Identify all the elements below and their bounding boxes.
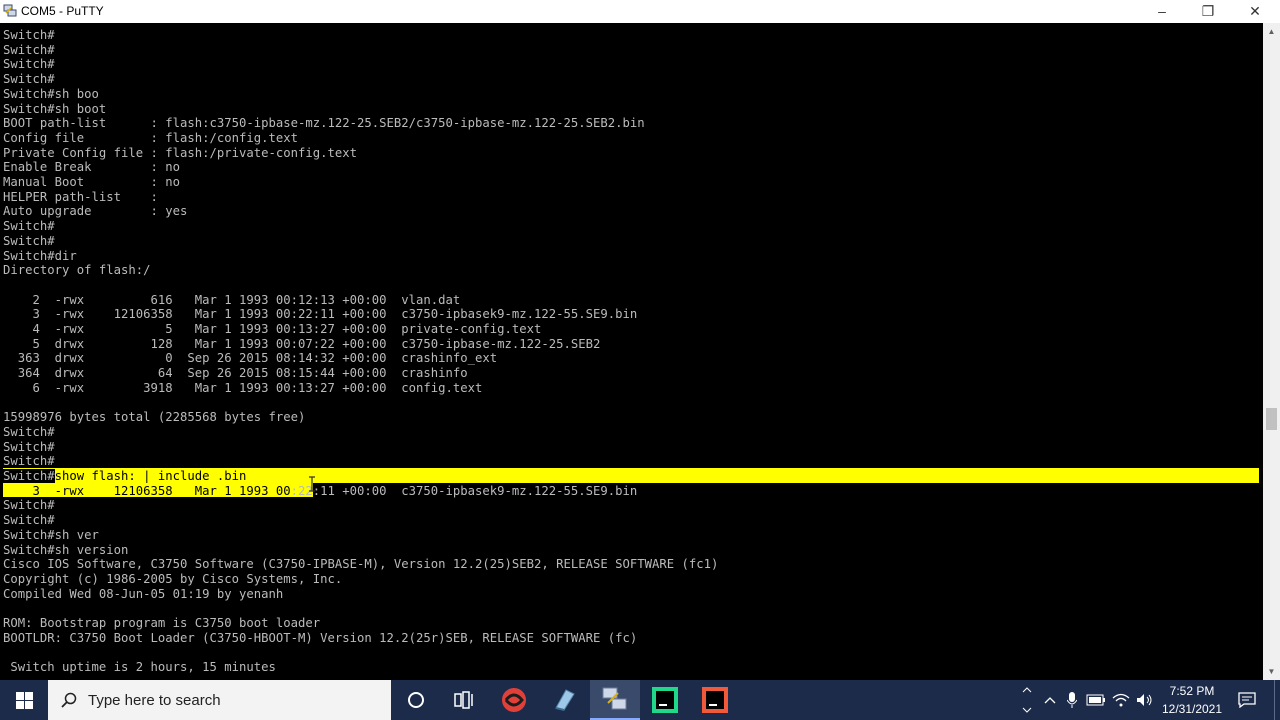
terminal-line: Switch#: [3, 42, 55, 57]
cortana-icon[interactable]: [392, 680, 440, 720]
terminal-line: HELPER path-list :: [3, 189, 158, 204]
volume-icon[interactable]: [1134, 680, 1156, 720]
pycharm-icon[interactable]: [640, 680, 690, 720]
text-cursor-icon: [309, 476, 315, 492]
terminal-line: Switch#sh version: [3, 542, 129, 557]
window-titlebar: COM5 - PuTTY – ❐ ✕: [0, 0, 1280, 23]
terminal-line: ROM: Bootstrap program is C3750 boot loa…: [3, 616, 321, 630]
terminal-line: Switch#: [3, 28, 55, 42]
terminal-line: Switch#show flash: | include .bin: [3, 469, 247, 483]
microphone-icon[interactable]: [1062, 680, 1082, 720]
putty-taskbar-icon[interactable]: [590, 680, 640, 720]
terminal-line: 3 -rwx 12106358 Mar 1 1993 00:22:11 +00:…: [3, 483, 638, 498]
chevron-up-icon[interactable]: [1040, 680, 1060, 720]
scroll-down-arrow-icon[interactable]: ▼: [1263, 663, 1280, 680]
terminal-line: Switch#: [3, 439, 55, 454]
terminal-line: 15998976 bytes total (2285568 bytes free…: [3, 410, 306, 425]
terminal-line: Switch#: [3, 219, 55, 234]
windows-start-icon[interactable]: [0, 680, 48, 720]
terminal-line: Switch#: [3, 498, 55, 513]
terminal-line: Switch#: [3, 513, 55, 528]
taskbar: Type here to search 7:52 PM 12/31/2021: [0, 680, 1280, 720]
terminal-line: Switch#: [3, 72, 55, 87]
terminal-line: BOOTLDR: C3750 Boot Loader (C3750-HBOOT-…: [3, 630, 638, 645]
scrollbar-thumb[interactable]: [1266, 408, 1277, 430]
clion-icon[interactable]: [690, 680, 740, 720]
putty-icon: [3, 4, 17, 17]
terminal-line: Compiled Wed 08-Jun-05 01:19 by yenanh: [3, 586, 284, 601]
wifi-icon[interactable]: [1110, 680, 1132, 720]
search-placeholder: Type here to search: [88, 692, 221, 709]
vertical-scrollbar[interactable]: ▲ ▼: [1263, 23, 1280, 680]
notes-icon[interactable]: [540, 680, 588, 720]
terminal-line: Auto upgrade : yes: [3, 204, 188, 219]
battery-icon[interactable]: [1085, 680, 1107, 720]
window-title: COM5 - PuTTY: [21, 4, 104, 18]
terminal-line: 4 -rwx 5 Mar 1 1993 00:13:27 +00:00 priv…: [3, 322, 542, 336]
notification-icon[interactable]: [1232, 680, 1262, 720]
terminal-line: 2 -rwx 616 Mar 1 1993 00:12:13 +00:00 vl…: [3, 292, 461, 307]
terminal-line: Switch#: [3, 233, 55, 248]
terminal-line: 5 drwx 128 Mar 1 1993 00:07:22 +00:00 c3…: [3, 336, 601, 351]
terminal-line: Private Config file : flash:/private-con…: [3, 145, 358, 160]
terminal-line: Switch#dir: [3, 248, 77, 263]
terminal-line: 6 -rwx 3918 Mar 1 1993 00:13:27 +00:00 c…: [3, 380, 483, 395]
terminal-line: Switch#sh ver: [3, 527, 99, 542]
terminal-line: Switch#: [3, 424, 55, 439]
search-icon: [61, 692, 77, 708]
terminal-line: 3 -rwx 12106358 Mar 1 1993 00:22:11 +00:…: [3, 307, 638, 322]
scroll-up-arrow-icon[interactable]: ▲: [1263, 23, 1280, 40]
terminal-line: Config file : flash:/config.text: [3, 130, 299, 145]
terminal-area[interactable]: Switch# Switch# Switch# Switch# Switch#sh bo…: [0, 23, 1263, 680]
show-desktop-button[interactable]: [1274, 680, 1280, 720]
terminal-line: Switch#sh boo: [3, 86, 99, 101]
terminal-line: Manual Boot : no: [3, 175, 181, 189]
task-view-icon[interactable]: [440, 680, 488, 720]
terminal-line: Enable Break : no: [3, 160, 181, 175]
terminal-line: Switch#sh boot: [3, 101, 107, 116]
close-button[interactable]: ✕: [1232, 0, 1278, 23]
clock-time[interactable]: 7:52 PM: [1157, 684, 1227, 698]
terminal-line: 364 drwx 64 Sep 26 2015 08:15:44 +00:00 …: [3, 366, 468, 381]
terminal-line: BOOT path-list : flash:c3750-ipbase-mz.1…: [3, 116, 645, 131]
taskbar-search-box[interactable]: Type here to search: [48, 680, 391, 720]
minimize-button[interactable]: –: [1139, 0, 1185, 23]
maximize-button[interactable]: ❐: [1185, 0, 1231, 23]
terminal-line: Cisco IOS Software, C3750 Software (C375…: [3, 557, 719, 572]
webex-icon[interactable]: [490, 680, 538, 720]
terminal-line: Switch uptime is 2 hours, 15 minutes: [3, 660, 276, 675]
terminal-line: Copyright (c) 1986-2005 by Cisco Systems…: [3, 571, 343, 586]
terminal-line: Directory of flash:/: [3, 263, 151, 278]
terminal-line: 363 drwx 0 Sep 26 2015 08:14:32 +00:00 c…: [3, 351, 498, 366]
terminal-line: Switch#: [3, 454, 55, 469]
terminal-line: Switch#: [3, 57, 55, 72]
taskbar-scroll-icon[interactable]: [1017, 680, 1037, 720]
clock-date[interactable]: 12/31/2021: [1157, 702, 1227, 716]
